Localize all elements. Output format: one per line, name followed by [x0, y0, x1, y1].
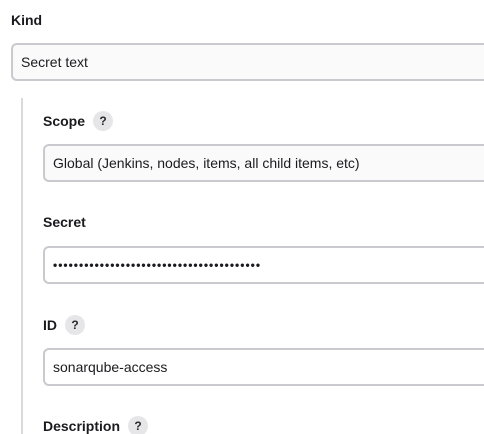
id-input[interactable]: sonarqube-access [43, 348, 484, 386]
secret-label-text: Secret [43, 214, 86, 230]
scope-label: Scope ? [43, 111, 114, 131]
credential-form: Kind Secret text Scope ? Global (Jenkins… [0, 0, 484, 434]
id-help-icon[interactable]: ? [65, 315, 85, 335]
secret-masked-value: •••••••••••••••••••••••••••••••••••••••• [53, 258, 262, 272]
kind-select[interactable]: Secret text [11, 43, 484, 81]
description-help-icon[interactable]: ? [128, 416, 149, 434]
kind-label-text: Kind [11, 12, 43, 28]
kind-label: Kind [11, 12, 42, 28]
scope-select[interactable]: Global (Jenkins, nodes, items, all child… [43, 144, 484, 182]
secret-label: Secret [43, 214, 86, 230]
kind-select-value: Secret text [21, 54, 88, 70]
id-label: ID ? [43, 315, 85, 335]
secret-input[interactable]: •••••••••••••••••••••••••••••••••••••••• [43, 246, 484, 284]
scope-label-text: Scope [43, 113, 86, 129]
scope-select-value: Global (Jenkins, nodes, items, all child… [53, 155, 360, 171]
id-input-value: sonarqube-access [53, 359, 168, 375]
description-label: Description ? [43, 416, 149, 434]
description-label-text: Description [43, 418, 121, 434]
id-label-text: ID [43, 317, 57, 333]
scope-help-icon[interactable]: ? [93, 111, 114, 131]
section-guide-line [21, 98, 23, 434]
